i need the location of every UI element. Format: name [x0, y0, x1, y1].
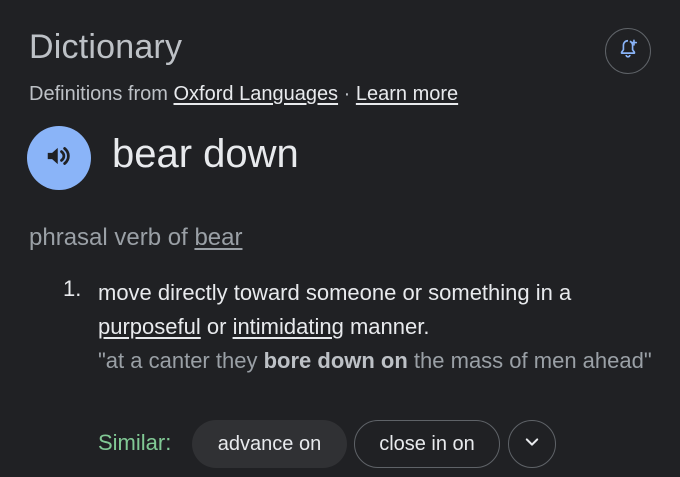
example-highlight: bore down on	[263, 348, 408, 373]
card-title: Dictionary	[29, 28, 183, 66]
root-word-link[interactable]: bear	[194, 224, 242, 251]
definition-text: move directly toward someone or somethin…	[98, 276, 658, 344]
bell-plus-icon	[617, 38, 639, 65]
example-sentence: "at a canter they bore down on the mass …	[98, 344, 658, 378]
separator: ·	[343, 83, 351, 105]
similar-chip-advance-on[interactable]: advance on	[192, 420, 347, 468]
oxford-languages-link[interactable]: Oxford Languages	[174, 83, 339, 105]
add-alert-button[interactable]	[605, 28, 651, 74]
source-attribution: Definitions from Oxford Languages · Lear…	[29, 83, 458, 106]
similar-chip-close-in-on[interactable]: close in on	[354, 420, 500, 468]
definition-part: or	[206, 314, 227, 339]
similar-label: Similar:	[98, 430, 172, 455]
word-link-intimidating[interactable]: intimidating	[233, 314, 344, 339]
dictionary-card: Dictionary Definitions from Oxford Langu…	[0, 0, 680, 477]
part-of-speech: phrasal verb of bear	[29, 224, 242, 252]
definition-part: manner.	[349, 314, 430, 339]
more-similar-button[interactable]	[508, 420, 556, 468]
example-open: "at a canter they	[98, 348, 258, 373]
pronunciation-audio-button[interactable]	[27, 126, 91, 190]
chevron-down-icon	[523, 433, 541, 456]
pos-label: phrasal verb of	[29, 224, 188, 251]
word-link-purposeful[interactable]: purposeful	[98, 314, 201, 339]
definition-part: move directly toward someone or somethin…	[98, 280, 572, 305]
sense-number: 1.	[63, 276, 82, 301]
example-close: the mass of men ahead"	[413, 348, 652, 373]
speaker-icon	[44, 141, 74, 176]
source-prefix: Definitions from	[29, 83, 168, 105]
learn-more-link[interactable]: Learn more	[356, 83, 458, 105]
headword: bear down	[112, 132, 299, 176]
